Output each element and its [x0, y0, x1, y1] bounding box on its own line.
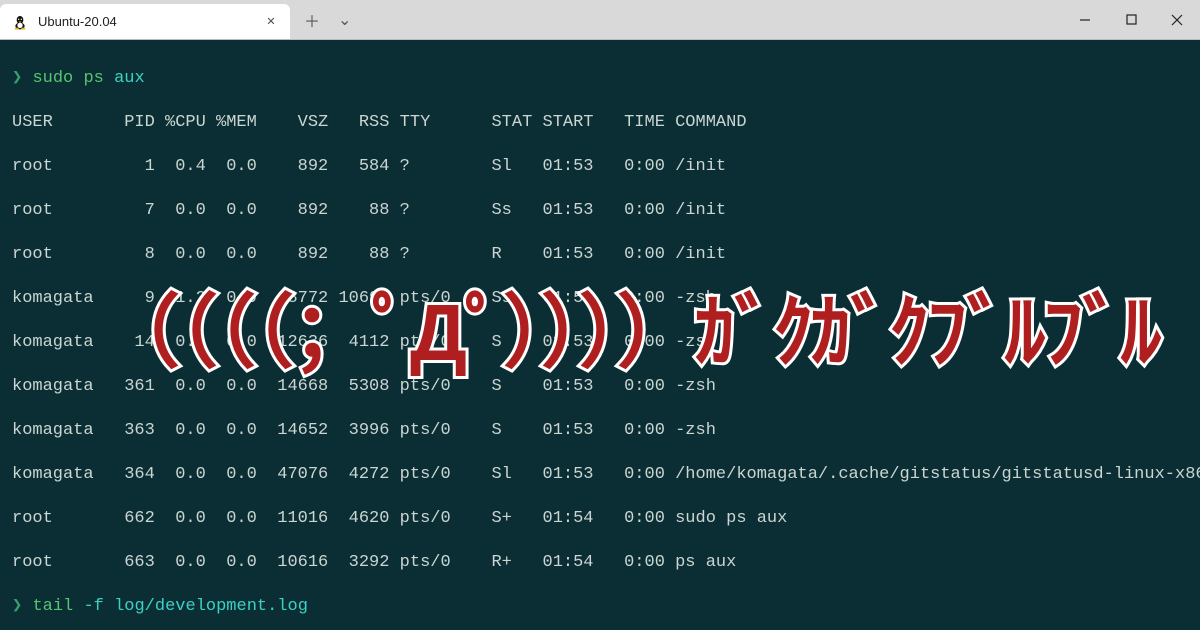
- ps-row: komagata 361 0.0 0.0 14668 5308 pts/0 S …: [12, 376, 1188, 398]
- prompt-symbol: ❯: [12, 69, 22, 88]
- cmd-ps: ps: [83, 69, 103, 88]
- tab-title: Ubuntu-20.04: [38, 14, 254, 29]
- ps-row: komagata 9 1.2 0.0 18772 10696 pts/0 Ss …: [12, 288, 1188, 310]
- active-tab[interactable]: Ubuntu-20.04 ✕: [0, 4, 290, 39]
- titlebar: Ubuntu-20.04 ✕ ＋ ⌄: [0, 0, 1200, 40]
- tab-dropdown-icon[interactable]: ⌄: [338, 10, 351, 30]
- maximize-button[interactable]: [1108, 0, 1154, 39]
- new-tab-icon[interactable]: ＋: [304, 8, 320, 32]
- prompt-symbol: ❯: [12, 597, 22, 616]
- app-window: Ubuntu-20.04 ✕ ＋ ⌄ ❯ sudo ps aux USER PI…: [0, 0, 1200, 630]
- cmd-tail: tail: [32, 597, 73, 616]
- ps-row: root 8 0.0 0.0 892 88 ? R 01:53 0:00 /in…: [12, 244, 1188, 266]
- window-controls: [1062, 0, 1200, 39]
- ps-row: komagata 14 0.0 0.0 12636 4112 pts/0 S 0…: [12, 332, 1188, 354]
- ps-row: root 7 0.0 0.0 892 88 ? Ss 01:53 0:00 /i…: [12, 200, 1188, 222]
- ps-row: root 1 0.4 0.0 892 584 ? Sl 01:53 0:00 /…: [12, 156, 1188, 178]
- close-window-button[interactable]: [1154, 0, 1200, 39]
- cmd-aux: aux: [114, 69, 145, 88]
- cmd-flag: -f: [83, 597, 103, 616]
- ps-row: root 662 0.0 0.0 11016 4620 pts/0 S+ 01:…: [12, 508, 1188, 530]
- ps-row: root 663 0.0 0.0 10616 3292 pts/0 R+ 01:…: [12, 552, 1188, 574]
- tux-icon: [12, 14, 28, 30]
- ps-row: komagata 364 0.0 0.0 47076 4272 pts/0 Sl…: [12, 464, 1188, 486]
- prompt-line-2: ❯ tail -f log/development.log: [12, 596, 1188, 618]
- ps-row: komagata 363 0.0 0.0 14652 3996 pts/0 S …: [12, 420, 1188, 442]
- minimize-button[interactable]: [1062, 0, 1108, 39]
- cmd-arg: log/development.log: [114, 597, 308, 616]
- prompt-line-1: ❯ sudo ps aux: [12, 68, 1188, 90]
- cmd-sudo: sudo: [32, 69, 73, 88]
- terminal-output[interactable]: ❯ sudo ps aux USER PID %CPU %MEM VSZ RSS…: [0, 40, 1200, 630]
- tab-actions: ＋ ⌄: [290, 0, 351, 39]
- ps-header: USER PID %CPU %MEM VSZ RSS TTY STAT STAR…: [12, 112, 1188, 134]
- close-tab-icon[interactable]: ✕: [264, 15, 278, 29]
